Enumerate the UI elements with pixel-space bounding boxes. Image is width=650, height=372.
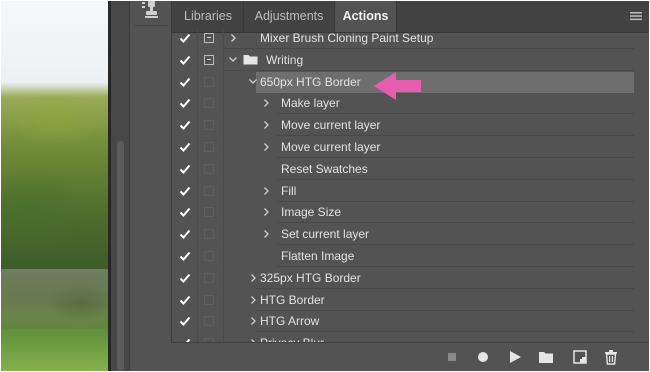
photo-foreground-grass <box>1 329 108 371</box>
action-row-label: Privacy Blur <box>260 333 324 342</box>
action-row[interactable]: Set current layer <box>172 224 634 246</box>
action-row-label: 325px HTG Border <box>260 270 361 285</box>
action-row[interactable]: Privacy Blur <box>172 333 634 342</box>
canvas-photo-landscape <box>1 1 108 371</box>
actions-footer-toolbar <box>171 342 649 371</box>
toggle-item-checkmark-icon[interactable] <box>179 76 191 88</box>
dialog-toggle-icon[interactable] <box>204 33 214 43</box>
toggle-item-checkmark-icon[interactable] <box>179 206 191 218</box>
action-row-label: Move current layer <box>281 140 381 154</box>
action-row-label: HTG Border <box>260 292 325 307</box>
action-row-body[interactable] <box>277 181 634 202</box>
action-row-label: Writing <box>266 52 304 67</box>
chevron-down-icon[interactable] <box>227 50 239 70</box>
new-set-icon[interactable] <box>538 349 554 365</box>
canvas-scrollbar[interactable] <box>111 1 129 371</box>
chevron-down-icon[interactable] <box>247 72 259 92</box>
play-selection-icon[interactable] <box>507 349 523 365</box>
action-row[interactable]: Image Size <box>172 202 634 224</box>
new-action-icon[interactable] <box>572 349 588 365</box>
toggle-item-checkmark-icon[interactable] <box>179 250 191 262</box>
tab-libraries[interactable]: Libraries <box>173 1 243 32</box>
dialog-toggle-icon[interactable] <box>204 229 214 240</box>
stop-recording-icon[interactable] <box>444 349 460 365</box>
action-row[interactable]: Move current layer <box>172 115 634 137</box>
actions-panel: Libraries Adjustments Actions Mixer Brus… <box>171 1 649 371</box>
toggle-item-checkmark-icon[interactable] <box>179 315 191 327</box>
toggle-item-checkmark-icon[interactable] <box>179 54 191 66</box>
chevron-right-icon[interactable] <box>260 115 272 135</box>
action-row[interactable]: Reset Swatches <box>172 158 634 180</box>
dialog-toggle-icon[interactable] <box>204 120 214 131</box>
action-row-label: Fill <box>281 183 297 198</box>
delete-icon[interactable] <box>603 349 619 365</box>
action-row[interactable]: HTG Border <box>172 289 634 311</box>
panel-menu-icon[interactable] <box>630 11 642 21</box>
chevron-right-icon[interactable] <box>260 202 272 222</box>
toggle-item-checkmark-icon[interactable] <box>179 294 191 306</box>
tab-adjustments[interactable]: Adjustments <box>243 1 334 32</box>
dialog-toggle-icon[interactable] <box>204 163 214 174</box>
action-row-label: Image Size <box>281 205 342 220</box>
action-row-label: Flatten Image <box>281 249 355 263</box>
action-row[interactable]: Flatten Image <box>172 246 634 267</box>
pink-annotation-arrow <box>374 72 421 100</box>
chevron-right-icon[interactable] <box>247 268 259 288</box>
chevron-right-icon[interactable] <box>260 181 272 201</box>
toggle-item-checkmark-icon[interactable] <box>179 97 191 109</box>
clone-source-icon[interactable] <box>140 1 162 19</box>
dialog-toggle-icon[interactable] <box>204 251 214 261</box>
action-row-label: Reset Swatches <box>281 161 368 176</box>
folder-icon <box>243 54 258 65</box>
toggle-item-checkmark-icon[interactable] <box>179 141 191 153</box>
begin-recording-icon[interactable] <box>475 349 491 365</box>
action-row-label: HTG Arrow <box>260 314 320 329</box>
toggle-item-checkmark-icon[interactable] <box>179 272 191 284</box>
action-row-label: Make layer <box>281 96 340 111</box>
chevron-right-icon[interactable] <box>247 311 259 331</box>
collapsed-panel-dock <box>129 1 172 371</box>
action-row[interactable]: Mixer Brush Cloning Paint Setup <box>172 29 634 49</box>
action-row[interactable]: Move current layer <box>172 137 634 158</box>
dialog-toggle-icon[interactable] <box>204 54 214 65</box>
canvas-scrollbar-thumb[interactable] <box>117 141 124 371</box>
dialog-toggle-icon[interactable] <box>204 207 214 218</box>
chevron-right-icon[interactable] <box>227 29 239 48</box>
dialog-toggle-icon[interactable] <box>204 142 214 152</box>
dialog-toggle-icon[interactable] <box>204 98 214 109</box>
toggle-item-checkmark-icon[interactable] <box>179 185 191 197</box>
chevron-right-icon[interactable] <box>247 333 259 342</box>
dialog-toggle-icon[interactable] <box>204 185 214 196</box>
action-row[interactable]: Fill <box>172 180 634 202</box>
chevron-right-icon[interactable] <box>260 93 272 113</box>
tab-actions[interactable]: Actions <box>334 1 397 32</box>
toggle-item-checkmark-icon[interactable] <box>179 119 191 131</box>
chevron-right-icon[interactable] <box>260 137 272 157</box>
action-row-label: Move current layer <box>281 118 381 133</box>
action-row-label: Mixer Brush Cloning Paint Setup <box>260 31 434 45</box>
dialog-toggle-icon[interactable] <box>204 316 214 327</box>
chevron-right-icon[interactable] <box>260 224 272 244</box>
dock-separator <box>134 25 168 26</box>
action-row[interactable]: Writing <box>172 49 634 71</box>
dialog-toggle-icon[interactable] <box>204 294 214 305</box>
screenshot-frame: Libraries Adjustments Actions Mixer Brus… <box>1 1 649 371</box>
action-row-label: Set current layer <box>281 227 370 242</box>
action-row-label: 650px HTG Border <box>260 74 361 89</box>
toggle-item-checkmark-icon[interactable] <box>179 163 191 175</box>
dialog-toggle-icon[interactable] <box>204 76 214 87</box>
chevron-right-icon[interactable] <box>247 290 259 310</box>
photo-rocks <box>1 269 108 329</box>
action-row[interactable]: HTG Arrow <box>172 311 634 333</box>
toggle-item-checkmark-icon[interactable] <box>179 228 191 240</box>
action-row[interactable]: 325px HTG Border <box>172 267 634 289</box>
toggle-item-checkmark-icon[interactable] <box>179 32 191 44</box>
dialog-toggle-icon[interactable] <box>204 272 214 283</box>
